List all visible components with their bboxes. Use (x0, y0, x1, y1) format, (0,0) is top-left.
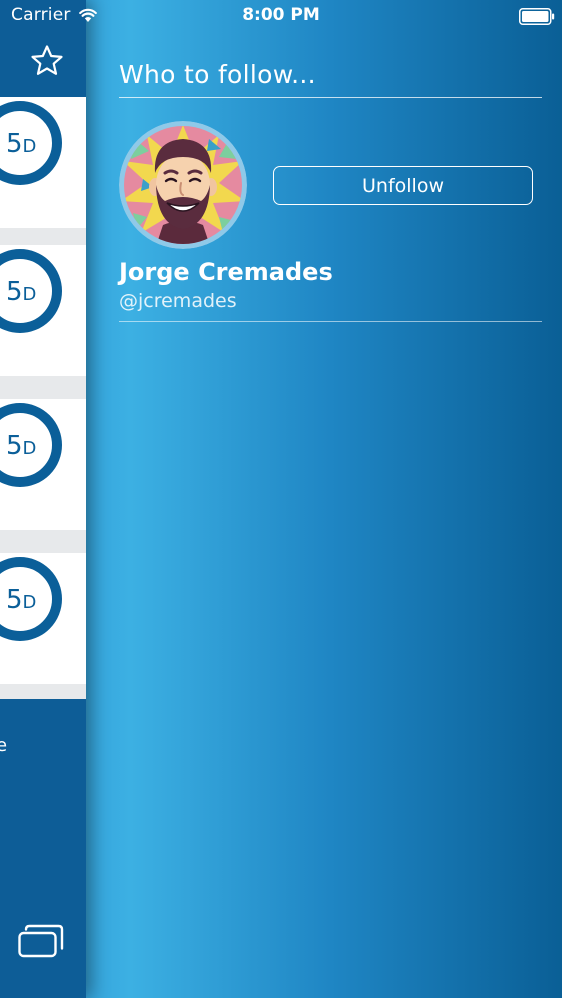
list-item[interactable]: 5D (0, 245, 86, 376)
avatar[interactable] (119, 121, 247, 249)
badge-label: 5D (6, 431, 37, 461)
side-panel[interactable]: 5D 5D 5D 5D e (0, 0, 86, 998)
badge-label: 5D (6, 277, 37, 307)
user-name[interactable]: Jorge Cremades (119, 258, 333, 286)
star-icon[interactable] (30, 44, 64, 78)
battery-icon (519, 8, 555, 25)
list-item[interactable]: 5D (0, 553, 86, 684)
status-bar: Carrier 8:00 PM (0, 0, 562, 32)
unfollow-button[interactable]: Unfollow (273, 166, 533, 205)
list-item[interactable]: 5D (0, 399, 86, 530)
badge-label: 5D (6, 129, 37, 159)
user-handle: @jcremades (119, 290, 237, 312)
who-to-follow-panel: Who to follow... Unfollow Jorge Cremades… (119, 0, 543, 998)
badge-label: 5D (6, 585, 37, 615)
list-item[interactable]: 5D (0, 97, 86, 228)
title-divider (119, 97, 542, 98)
status-time: 8:00 PM (242, 5, 320, 25)
windows-icon[interactable] (18, 924, 64, 958)
avatar-illustration (119, 121, 247, 249)
side-panel-footer-text: e (0, 735, 8, 756)
user-divider (119, 321, 542, 322)
side-panel-footer: e (0, 699, 86, 998)
section-title: Who to follow... (119, 60, 316, 89)
screen: Carrier 8:00 PM 5D 5D 5D 5D e Who to fol… (0, 0, 562, 998)
